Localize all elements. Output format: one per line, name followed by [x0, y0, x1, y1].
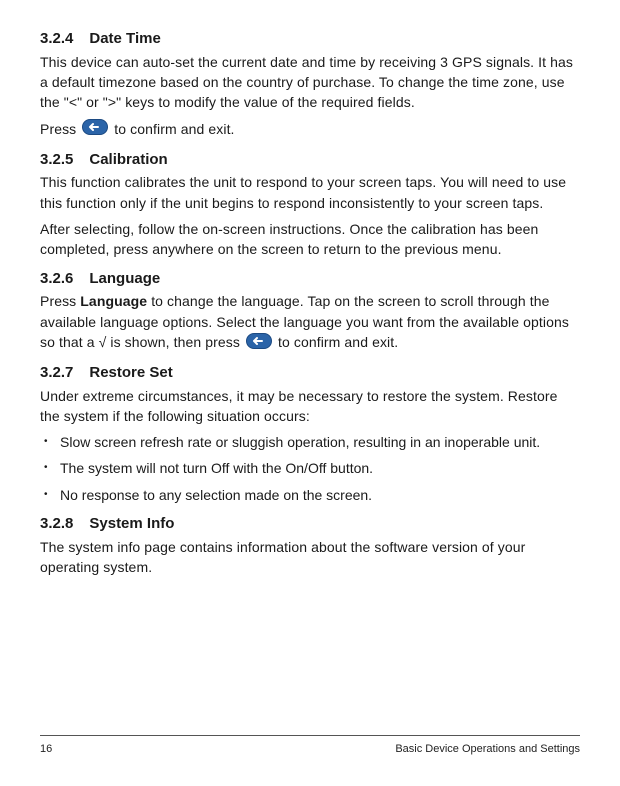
bullet-item: The system will not turn Off with the On… [40, 458, 580, 478]
section-title: Calibration [89, 151, 167, 168]
section-title: Restore Set [89, 364, 172, 381]
section-number: 3.2.4 [40, 28, 73, 50]
back-arrow-icon [82, 119, 108, 140]
section-title: System Info [89, 515, 174, 532]
bullet-item: Slow screen refresh rate or sluggish ope… [40, 432, 580, 452]
paragraph: The system info page contains informatio… [40, 537, 580, 578]
section-heading: 3.2.8 System Info [40, 513, 580, 535]
paragraph: Press Language to change the language. T… [40, 291, 580, 354]
page-number: 16 [40, 742, 52, 758]
section-title: Language [89, 270, 160, 287]
paragraph: Under extreme circumstances, it may be n… [40, 386, 580, 427]
section-number: 3.2.7 [40, 362, 73, 384]
bullet-item: No response to any selection made on the… [40, 485, 580, 505]
back-arrow-icon [246, 333, 272, 354]
document-body: 3.2.4 Date Time This device can auto-set t… [40, 28, 580, 577]
paragraph: Press to confirm and exit. [40, 119, 580, 141]
section-heading: 3.2.4 Date Time [40, 28, 580, 50]
section-heading: 3.2.5 Calibration [40, 149, 580, 171]
page-footer: 16 Basic Device Operations and Settings [40, 735, 580, 758]
chapter-title: Basic Device Operations and Settings [395, 742, 580, 758]
section-heading: 3.2.6 Language [40, 268, 580, 290]
bold-term: Language [80, 293, 147, 309]
section-heading: 3.2.7 Restore Set [40, 362, 580, 384]
paragraph: This function calibrates the unit to res… [40, 172, 580, 213]
section-number: 3.2.5 [40, 149, 73, 171]
section-number: 3.2.6 [40, 268, 73, 290]
section-number: 3.2.8 [40, 513, 73, 535]
section-title: Date Time [89, 30, 160, 47]
bullet-list: Slow screen refresh rate or sluggish ope… [40, 432, 580, 505]
paragraph: This device can auto-set the current dat… [40, 52, 580, 113]
paragraph: After selecting, follow the on-screen in… [40, 219, 580, 260]
